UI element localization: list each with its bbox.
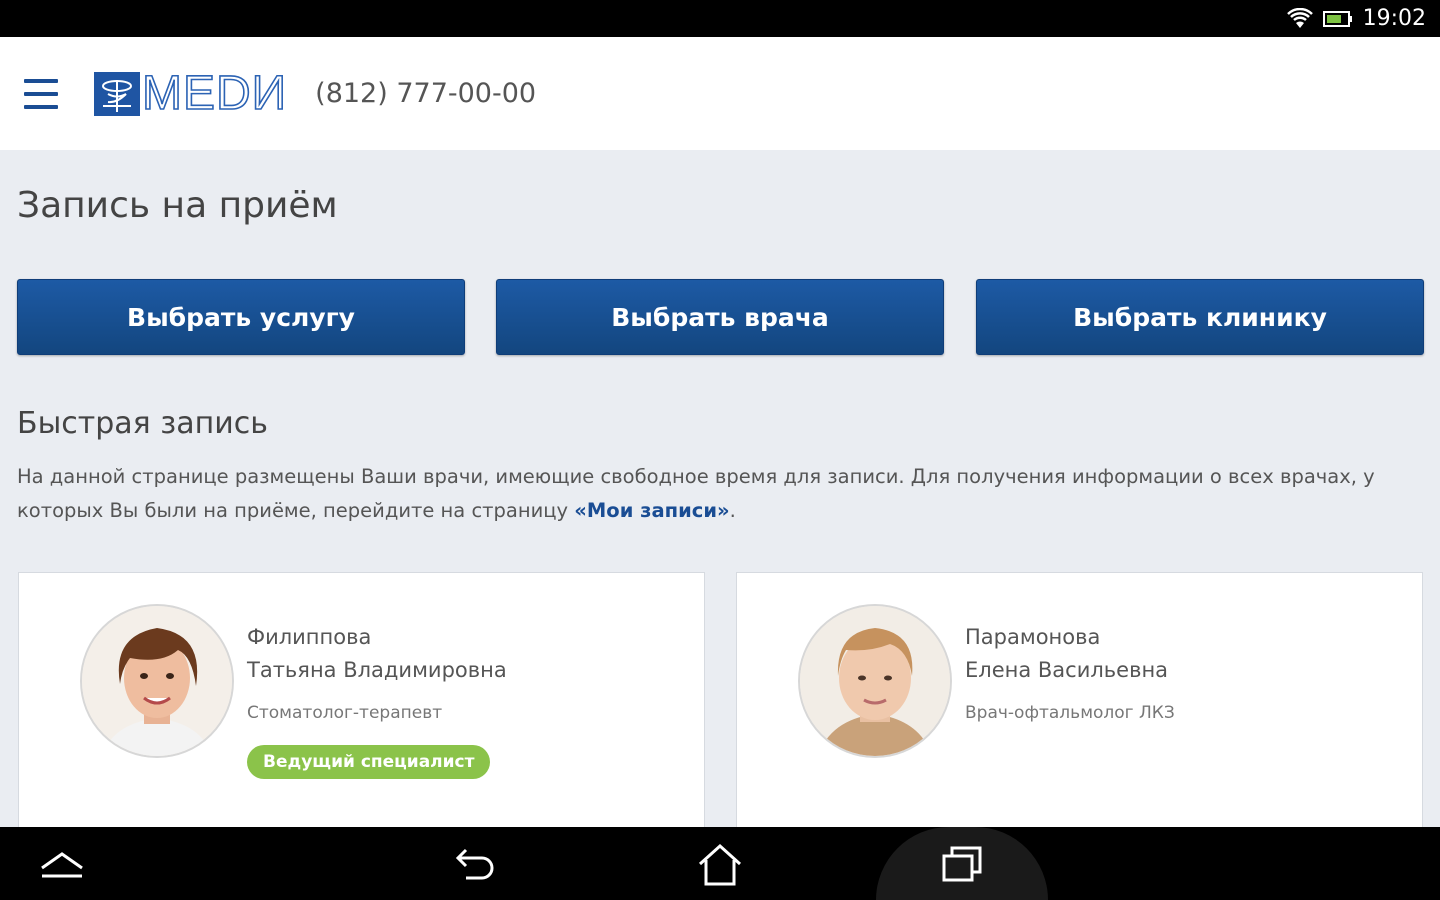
doctor-name: Парамонова Елена Васильевна [965, 625, 1169, 682]
doctor-card[interactable]: Парамонова Елена Васильевна Врач-офтальм… [736, 572, 1423, 827]
back-icon[interactable] [450, 827, 502, 900]
phone-number[interactable]: (812) 777-00-00 [315, 78, 536, 109]
doctor-name: Филиппова Татьяна Владимировна [247, 625, 507, 682]
choose-service-button[interactable]: Выбрать услугу [17, 279, 465, 355]
status-bar: 19:02 [0, 0, 1440, 37]
navigation-bar [0, 827, 1440, 900]
wifi-icon [1286, 7, 1313, 28]
caduceus-icon [102, 79, 132, 112]
choose-clinic-button[interactable]: Выбрать клинику [976, 279, 1424, 355]
hamburger-menu-icon[interactable] [24, 78, 58, 109]
quick-booking-description: На данной странице размещены Ваши врачи,… [17, 465, 1375, 522]
quick-booking-title: Быстрая запись [17, 406, 268, 441]
choose-doctor-button[interactable]: Выбрать врача [496, 279, 944, 355]
doctor-avatar [80, 604, 234, 758]
expand-icon[interactable] [36, 827, 88, 900]
app-header: МЕDИ (812) 777-00-00 [0, 37, 1440, 150]
home-icon[interactable] [694, 827, 746, 900]
main-content: Запись на приём Выбрать услугу Выбрать в… [0, 150, 1440, 827]
medi-logo[interactable]: МЕDИ [94, 66, 288, 120]
battery-icon [1322, 10, 1352, 27]
doctor-avatar [798, 604, 952, 758]
doctor-specialty: Стоматолог-терапевт [247, 703, 443, 723]
doctor-card[interactable]: Филиппова Татьяна Владимировна Стоматоло… [18, 572, 705, 827]
clock: 19:02 [1362, 6, 1426, 31]
logo-text: МЕDИ [141, 66, 288, 120]
my-appointments-link[interactable]: «Мои записи» [574, 499, 729, 522]
page-title: Запись на приём [17, 185, 338, 226]
logo-emblem [94, 71, 140, 116]
lead-specialist-badge: Ведущий специалист [247, 745, 491, 779]
doctor-specialty: Врач-офтальмолог ЛКЗ [965, 703, 1175, 723]
recent-apps-icon[interactable] [876, 827, 1048, 900]
